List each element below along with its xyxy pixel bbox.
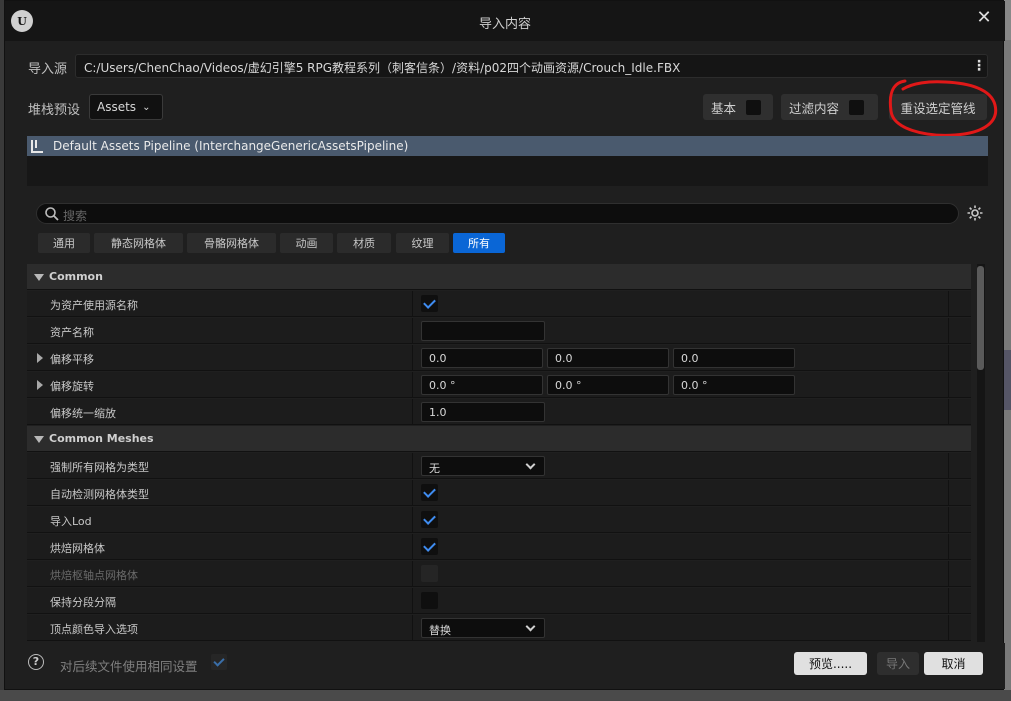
preview-button[interactable]: 预览.....	[794, 652, 867, 675]
same-settings-label: 对后续文件使用相同设置	[60, 659, 198, 674]
property-checkbox[interactable]	[421, 295, 438, 312]
source-path-field[interactable]: C:/Users/ChenChao/Videos/虚幻引擎5 RPG教程系列（刺…	[75, 54, 988, 78]
property-name: 自动检测网格体类型	[50, 488, 149, 501]
tab-category-0[interactable]: 通用	[38, 233, 90, 253]
property-row: 为资产使用源名称	[27, 291, 971, 317]
pipeline-name: Default Assets Pipeline (InterchangeGene…	[53, 139, 409, 153]
property-row: 偏移平移 0.0 0.0 0.0	[27, 345, 971, 371]
unreal-pipeline-icon	[31, 139, 43, 153]
property-checkbox[interactable]	[421, 592, 438, 609]
filter-label: 过滤内容	[789, 100, 840, 116]
property-vector-field-z[interactable]: 0.0 °	[673, 375, 795, 395]
property-vector-field-y[interactable]: 0.0 °	[547, 375, 669, 395]
background-right	[1004, 0, 1011, 701]
chevron-down-icon: ⌄	[142, 101, 151, 113]
pipeline-list: Default Assets Pipeline (InterchangeGene…	[27, 136, 988, 186]
source-label: 导入源	[28, 62, 68, 77]
preset-value: Assets	[97, 100, 137, 114]
red-circle-annotation	[888, 79, 998, 137]
pipeline-item[interactable]: Default Assets Pipeline (InterchangeGene…	[27, 136, 988, 156]
expand-arrow-icon[interactable]	[34, 274, 44, 281]
tab-category-6[interactable]: 所有	[453, 233, 505, 253]
tab-category-5[interactable]: 纹理	[396, 233, 449, 253]
background-bottom	[0, 690, 1011, 701]
property-name: 偏移旋转	[50, 380, 94, 393]
basic-label: 基本	[711, 100, 737, 116]
property-name: 顶点颜色导入选项	[50, 623, 138, 636]
property-name: 为资产使用源名称	[50, 299, 138, 312]
dropdown-value: 无	[429, 462, 440, 475]
chevron-down-icon	[525, 459, 536, 470]
preset-label: 堆栈预设	[28, 103, 81, 118]
property-name: 烘焙枢轴点网格体	[50, 569, 138, 582]
property-row: 烘焙枢轴点网格体	[27, 561, 971, 587]
tab-category-3[interactable]: 动画	[280, 233, 333, 253]
property-vector-field-x[interactable]: 0.0	[421, 348, 543, 368]
chevron-down-icon	[525, 621, 536, 632]
import-dialog: U 导入内容 ✕ 导入源 C:/Users/ChenChao/Videos/虚幻…	[4, 0, 1005, 690]
search-placeholder: 搜索	[63, 209, 88, 223]
gear-icon[interactable]	[966, 204, 984, 222]
footer-bar: ? 对后续文件使用相同设置 预览..... 导入 取消	[5, 643, 1005, 689]
property-row: 保持分段分隔	[27, 588, 971, 614]
import-button[interactable]: 导入	[877, 652, 919, 675]
preset-dropdown[interactable]: Assets ⌄	[89, 94, 163, 120]
property-category[interactable]: Common Meshes	[27, 426, 971, 452]
property-vector-field-y[interactable]: 0.0	[547, 348, 669, 368]
property-checkbox[interactable]	[421, 484, 438, 501]
property-row: 导入Lod	[27, 507, 971, 533]
property-name: 烘焙网格体	[50, 542, 105, 555]
property-vector-field-x[interactable]: 0.0 °	[421, 375, 543, 395]
property-name: 强制所有网格为类型	[50, 461, 149, 474]
property-dropdown[interactable]: 替换	[421, 618, 545, 638]
property-name: 偏移统一缩放	[50, 407, 116, 420]
search-input[interactable]: 搜索	[36, 203, 959, 224]
cancel-button[interactable]: 取消	[924, 652, 983, 675]
property-checkbox[interactable]	[421, 538, 438, 555]
property-name: Common Meshes	[49, 432, 154, 445]
dropdown-value: 替换	[429, 624, 451, 637]
expand-arrow-icon[interactable]	[34, 436, 44, 443]
property-name: 资产名称	[50, 326, 94, 339]
tab-category-2[interactable]: 骨骼网格体	[187, 233, 276, 253]
property-vector-field-z[interactable]: 0.0	[673, 348, 795, 368]
property-row: 偏移统一缩放 1.0	[27, 399, 971, 425]
title-bar[interactable]: U 导入内容 ✕	[5, 1, 1005, 41]
property-row: 偏移旋转 0.0 ° 0.0 ° 0.0 °	[27, 372, 971, 398]
property-name: 导入Lod	[50, 515, 92, 528]
same-settings-checkbox[interactable]	[211, 654, 227, 670]
tab-category-4[interactable]: 材质	[337, 233, 391, 253]
help-icon[interactable]: ?	[28, 654, 44, 670]
more-options-icon[interactable]: ⋮	[970, 55, 988, 77]
filter-checkbox[interactable]	[849, 99, 865, 115]
basic-checkbox[interactable]	[746, 99, 762, 115]
scrollbar[interactable]	[977, 264, 985, 642]
tab-category-1[interactable]: 静态网格体	[94, 233, 183, 253]
property-name: 偏移平移	[50, 353, 94, 366]
close-icon[interactable]: ✕	[973, 7, 995, 29]
basic-toggle-button[interactable]: 基本	[703, 94, 773, 120]
search-icon	[45, 207, 59, 221]
collapse-arrow-icon[interactable]	[37, 380, 43, 390]
property-grid: Common 为资产使用源名称 资产名称 偏移平移 0.0 0.0 0.0 偏移旋转 0.0 °…	[27, 264, 975, 642]
property-text-field[interactable]	[421, 321, 545, 341]
property-checkbox[interactable]	[421, 511, 438, 528]
property-row: 自动检测网格体类型	[27, 480, 971, 506]
scrollbar-thumb[interactable]	[977, 266, 984, 370]
window-title: 导入内容	[478, 17, 531, 32]
property-name: 保持分段分隔	[50, 596, 116, 609]
property-dropdown[interactable]: 无	[421, 456, 545, 476]
property-row: 强制所有网格为类型 无	[27, 453, 971, 479]
property-checkbox	[421, 565, 438, 582]
filter-content-toggle-button[interactable]: 过滤内容	[781, 94, 878, 120]
property-row: 资产名称	[27, 318, 971, 344]
collapse-arrow-icon[interactable]	[37, 353, 43, 363]
source-path-text: C:/Users/ChenChao/Videos/虚幻引擎5 RPG教程系列（刺…	[84, 61, 681, 75]
property-name: Common	[49, 270, 103, 283]
property-text-field[interactable]: 1.0	[421, 402, 545, 422]
property-category[interactable]: Common	[27, 264, 971, 290]
property-row: 烘焙网格体	[27, 534, 971, 560]
property-row: 顶点颜色导入选项 替换	[27, 615, 971, 641]
